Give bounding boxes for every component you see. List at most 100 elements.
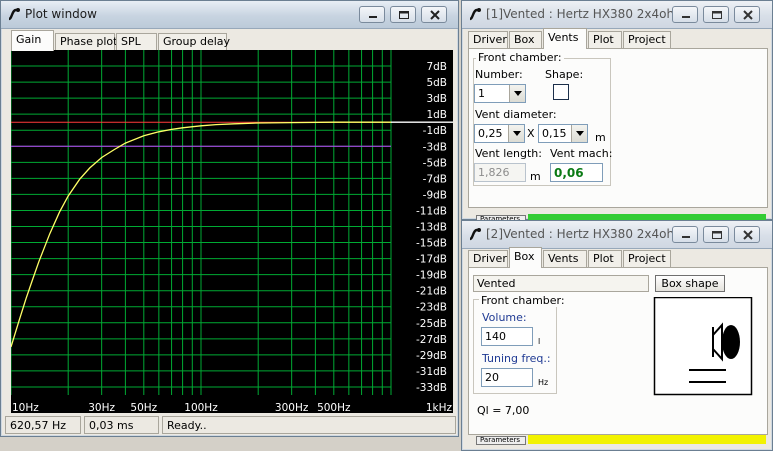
gain-chart[interactable]: 7dB 5dB 3dB 1dB -1dB -3dB -5dB -7dB -9dB -11dB -13… [10,50,453,414]
tab-driver[interactable]: Driver [468,250,508,267]
maximize-icon [399,11,409,19]
x-tick-label: 300Hz [275,402,309,413]
vents-panel: Front chamber: Number: 1 Shape: Vent dia… [468,48,768,208]
ql-value: Ql = 7,00 [477,404,530,417]
parameters-progress-2 [528,435,766,444]
y-tick-label: -5dB [423,157,447,169]
chevron-down-icon [576,131,584,136]
y-tick-label: -33dB [416,382,447,394]
app-icon [469,228,481,241]
number-label: Number: [475,68,523,81]
vent-diameter-2-value: 0,15 [542,127,567,140]
vent-diameter-2-select[interactable]: 0,15 [538,124,588,143]
y-tick-label: 3dB [426,93,447,105]
tuning-unit: Hz [538,378,549,387]
vented-window-1: [1]Vented : Hertz HX380 2x4ohm Driver Bo… [461,0,773,224]
tab-plot[interactable]: Plot [588,31,622,48]
number-value: 1 [478,87,485,100]
tab-group-delay[interactable]: Group delay [158,33,230,50]
y-tick-label: -21dB [416,286,447,298]
y-tick-label: -25dB [416,318,447,330]
vented-window-2-title: [2]Vented : Hertz HX380 2x4ohm [486,227,686,241]
vent-length-label: Vent length: [475,147,542,160]
minimize-button[interactable] [672,6,698,23]
vent-length-unit: m [530,170,541,183]
tab-box[interactable]: Box [509,31,542,48]
shape-checkbox[interactable] [553,84,569,100]
maximize-icon [712,11,722,19]
vent-diameter-label: Vent diameter: [475,108,557,121]
close-button[interactable] [734,6,760,23]
y-tick-label: -1dB [423,125,447,137]
parameters-tag-2[interactable]: Parameters [476,436,526,445]
vented-window-1-title: [1]Vented : Hertz HX380 2x4ohm [486,7,686,21]
box-shape-button[interactable]: Box shape [655,275,725,292]
tab-spl[interactable]: SPL [116,33,157,50]
vent-diameter-2-dropdown-button[interactable] [571,125,587,142]
y-tick-label: -17dB [416,254,447,266]
tab-box[interactable]: Box [509,247,542,268]
box-shape-diagram [653,297,753,396]
app-icon [469,8,481,21]
gain-plot[interactable]: 7dB 5dB 3dB 1dB -1dB -3dB -5dB -7dB -9dB -11dB -13… [10,50,453,414]
vented-window-1-titlebar[interactable]: [1]Vented : Hertz HX380 2x4ohm [462,1,772,29]
tab-vents[interactable]: Vents [543,28,587,49]
vent-diameter-1-value: 0,25 [478,127,503,140]
close-button[interactable] [421,6,447,23]
number-dropdown-button[interactable] [509,85,525,102]
tab-project[interactable]: Project [623,250,671,267]
y-tick-label: -13dB [416,222,447,234]
y-tick-label: 7dB [426,61,447,73]
vent-diameter-1-dropdown-button[interactable] [508,125,524,142]
chevron-down-icon [514,91,522,96]
vented-window-2: [2]Vented : Hertz HX380 2x4ohm Driver Bo… [461,220,773,451]
x-tick-label: 500Hz [317,402,351,413]
tab-plot[interactable]: Plot [588,250,622,267]
app-icon [8,8,20,21]
close-icon [743,230,753,240]
y-tick-label: -11dB [416,205,447,217]
vent-mach-label: Vent mach: [550,147,613,160]
tuning-field[interactable]: 20 [481,368,533,387]
y-tick-label: -27dB [416,334,447,346]
front-chamber-label: Front chamber: [479,294,567,307]
tab-project[interactable]: Project [623,31,671,48]
plot-window: Plot window Gain Phase plot SPL Group de… [0,0,459,437]
vent-length-field[interactable]: 1,826 [474,163,526,182]
maximize-button[interactable] [703,6,729,23]
vented-window-1-tabs: Driver Box Vents Plot Project [468,28,768,49]
x-tick-label: 1kHz [426,402,453,413]
close-button[interactable] [734,226,760,243]
status-state: Ready.. [162,416,456,434]
volume-label: Volume: [482,311,527,324]
tab-gain[interactable]: Gain [11,30,54,51]
diameter-unit: m [595,131,606,144]
y-tick-label: 5dB [426,77,447,89]
number-select[interactable]: 1 [474,84,526,103]
minimize-button[interactable] [359,6,385,23]
status-time: 0,03 ms [84,416,159,434]
y-tick-label: -19dB [416,270,447,282]
vented-window-2-titlebar[interactable]: [2]Vented : Hertz HX380 2x4ohm [462,221,772,249]
volume-field[interactable]: 140 [481,327,533,346]
y-tick-label: -3dB [423,141,447,153]
plot-window-titlebar[interactable]: Plot window [1,1,458,29]
times-symbol: X [527,127,535,140]
y-tick-label: -23dB [416,302,447,314]
vent-diameter-1-select[interactable]: 0,25 [474,124,525,143]
minimize-button[interactable] [672,226,698,243]
plot-tabs: Gain Phase plot SPL Group delay [11,30,451,51]
tab-phase-plot[interactable]: Phase plot [55,33,117,50]
tab-driver[interactable]: Driver [468,31,508,48]
minimize-icon [369,16,377,18]
minimize-icon [682,236,690,238]
front-chamber-label: Front chamber: [476,51,564,64]
x-tick-label: 10Hz [12,402,39,413]
shape-label: Shape: [545,68,584,81]
chevron-down-icon [513,131,521,136]
tab-vents[interactable]: Vents [543,250,587,267]
maximize-button[interactable] [703,226,729,243]
y-tick-label: -9dB [423,189,447,201]
box-type-field: Vented [473,275,649,292]
maximize-button[interactable] [390,6,416,23]
